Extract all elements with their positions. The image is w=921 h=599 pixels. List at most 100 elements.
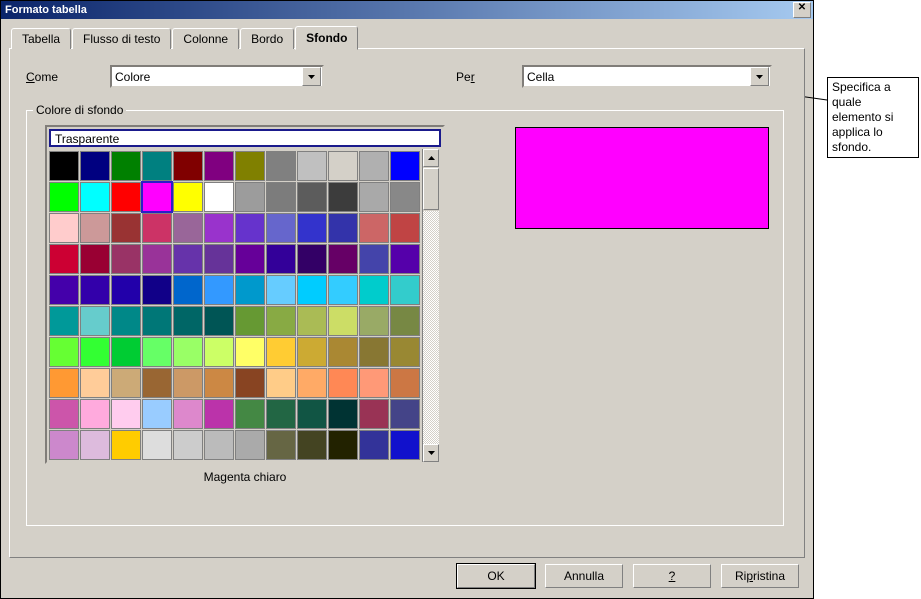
color-swatch[interactable]	[359, 182, 389, 212]
color-swatch[interactable]	[328, 275, 358, 305]
scroll-thumb[interactable]	[423, 168, 439, 210]
color-swatch[interactable]	[173, 244, 203, 274]
color-swatch[interactable]	[328, 306, 358, 336]
color-swatch[interactable]	[111, 151, 141, 181]
color-swatch[interactable]	[235, 244, 265, 274]
color-swatch[interactable]	[80, 244, 110, 274]
chevron-down-icon[interactable]	[302, 67, 321, 86]
color-swatch[interactable]	[173, 213, 203, 243]
color-swatch[interactable]	[49, 399, 79, 429]
color-swatch[interactable]	[173, 182, 203, 212]
color-swatch[interactable]	[142, 213, 172, 243]
color-swatch[interactable]	[111, 213, 141, 243]
color-swatch[interactable]	[111, 182, 141, 212]
close-icon[interactable]: ✕	[793, 2, 811, 18]
palette-scrollbar[interactable]	[422, 149, 439, 462]
scroll-up-icon[interactable]	[423, 149, 439, 167]
color-swatch[interactable]	[235, 399, 265, 429]
color-swatch[interactable]	[204, 244, 234, 274]
color-swatch[interactable]	[142, 368, 172, 398]
color-swatch[interactable]	[359, 368, 389, 398]
tab-colonne[interactable]: Colonne	[172, 28, 239, 49]
chevron-down-icon[interactable]	[750, 67, 769, 86]
color-swatch[interactable]	[173, 368, 203, 398]
color-swatch[interactable]	[359, 399, 389, 429]
color-swatch[interactable]	[390, 275, 420, 305]
color-swatch[interactable]	[266, 306, 296, 336]
color-swatch[interactable]	[390, 337, 420, 367]
color-swatch[interactable]	[390, 399, 420, 429]
color-swatch[interactable]	[204, 151, 234, 181]
color-swatch[interactable]	[297, 182, 327, 212]
reset-button[interactable]: Ripristina	[721, 564, 799, 588]
color-swatch[interactable]	[80, 182, 110, 212]
cancel-button[interactable]: Annulla	[545, 564, 623, 588]
color-swatch[interactable]	[204, 306, 234, 336]
ok-button[interactable]: OK	[457, 564, 535, 588]
color-swatch[interactable]	[297, 306, 327, 336]
color-swatch[interactable]	[266, 244, 296, 274]
color-swatch[interactable]	[173, 430, 203, 460]
color-swatch[interactable]	[173, 151, 203, 181]
color-swatch[interactable]	[328, 151, 358, 181]
color-swatch[interactable]	[235, 275, 265, 305]
color-swatch[interactable]	[111, 244, 141, 274]
color-swatch[interactable]	[80, 151, 110, 181]
color-swatch[interactable]	[266, 182, 296, 212]
color-swatch[interactable]	[359, 244, 389, 274]
color-swatch[interactable]	[266, 151, 296, 181]
color-swatch[interactable]	[390, 244, 420, 274]
color-swatch[interactable]	[111, 368, 141, 398]
color-swatch[interactable]	[49, 430, 79, 460]
color-swatch[interactable]	[297, 337, 327, 367]
color-swatch[interactable]	[235, 337, 265, 367]
color-swatch[interactable]	[173, 306, 203, 336]
color-swatch[interactable]	[49, 244, 79, 274]
color-swatch[interactable]	[111, 306, 141, 336]
color-swatch[interactable]	[49, 275, 79, 305]
color-swatch[interactable]	[142, 306, 172, 336]
color-swatch[interactable]	[204, 213, 234, 243]
color-swatch[interactable]	[297, 244, 327, 274]
scroll-track[interactable]	[423, 211, 439, 444]
color-swatch[interactable]	[80, 213, 110, 243]
color-swatch[interactable]	[49, 368, 79, 398]
transparent-option[interactable]: Trasparente	[49, 129, 441, 147]
color-swatch[interactable]	[49, 151, 79, 181]
come-combo[interactable]: Colore	[110, 65, 324, 88]
color-swatch[interactable]	[204, 182, 234, 212]
color-swatch[interactable]	[111, 399, 141, 429]
color-swatch[interactable]	[359, 306, 389, 336]
color-swatch[interactable]	[328, 182, 358, 212]
color-swatch[interactable]	[235, 306, 265, 336]
color-swatch[interactable]	[142, 399, 172, 429]
color-swatch[interactable]	[328, 213, 358, 243]
color-swatch[interactable]	[80, 368, 110, 398]
color-swatch[interactable]	[297, 368, 327, 398]
color-swatch[interactable]	[297, 430, 327, 460]
color-swatch[interactable]	[328, 337, 358, 367]
color-swatch[interactable]	[235, 182, 265, 212]
color-swatch[interactable]	[359, 430, 389, 460]
color-swatch[interactable]	[328, 368, 358, 398]
color-swatch[interactable]	[49, 337, 79, 367]
scroll-down-icon[interactable]	[423, 444, 439, 462]
color-swatch[interactable]	[390, 213, 420, 243]
title-bar[interactable]: Formato tabella ✕	[1, 1, 813, 19]
color-swatch[interactable]	[142, 337, 172, 367]
color-swatch[interactable]	[80, 275, 110, 305]
color-swatch[interactable]	[204, 337, 234, 367]
color-swatch[interactable]	[266, 275, 296, 305]
color-swatch[interactable]	[204, 368, 234, 398]
color-swatch[interactable]	[49, 213, 79, 243]
color-swatch[interactable]	[328, 430, 358, 460]
color-swatch[interactable]	[142, 244, 172, 274]
color-swatch[interactable]	[173, 399, 203, 429]
color-swatch[interactable]	[204, 399, 234, 429]
color-swatch[interactable]	[111, 337, 141, 367]
color-swatch[interactable]	[390, 430, 420, 460]
color-swatch[interactable]	[173, 337, 203, 367]
tab-bordo[interactable]: Bordo	[240, 28, 294, 49]
color-swatch[interactable]	[142, 151, 172, 181]
color-swatch[interactable]	[266, 337, 296, 367]
